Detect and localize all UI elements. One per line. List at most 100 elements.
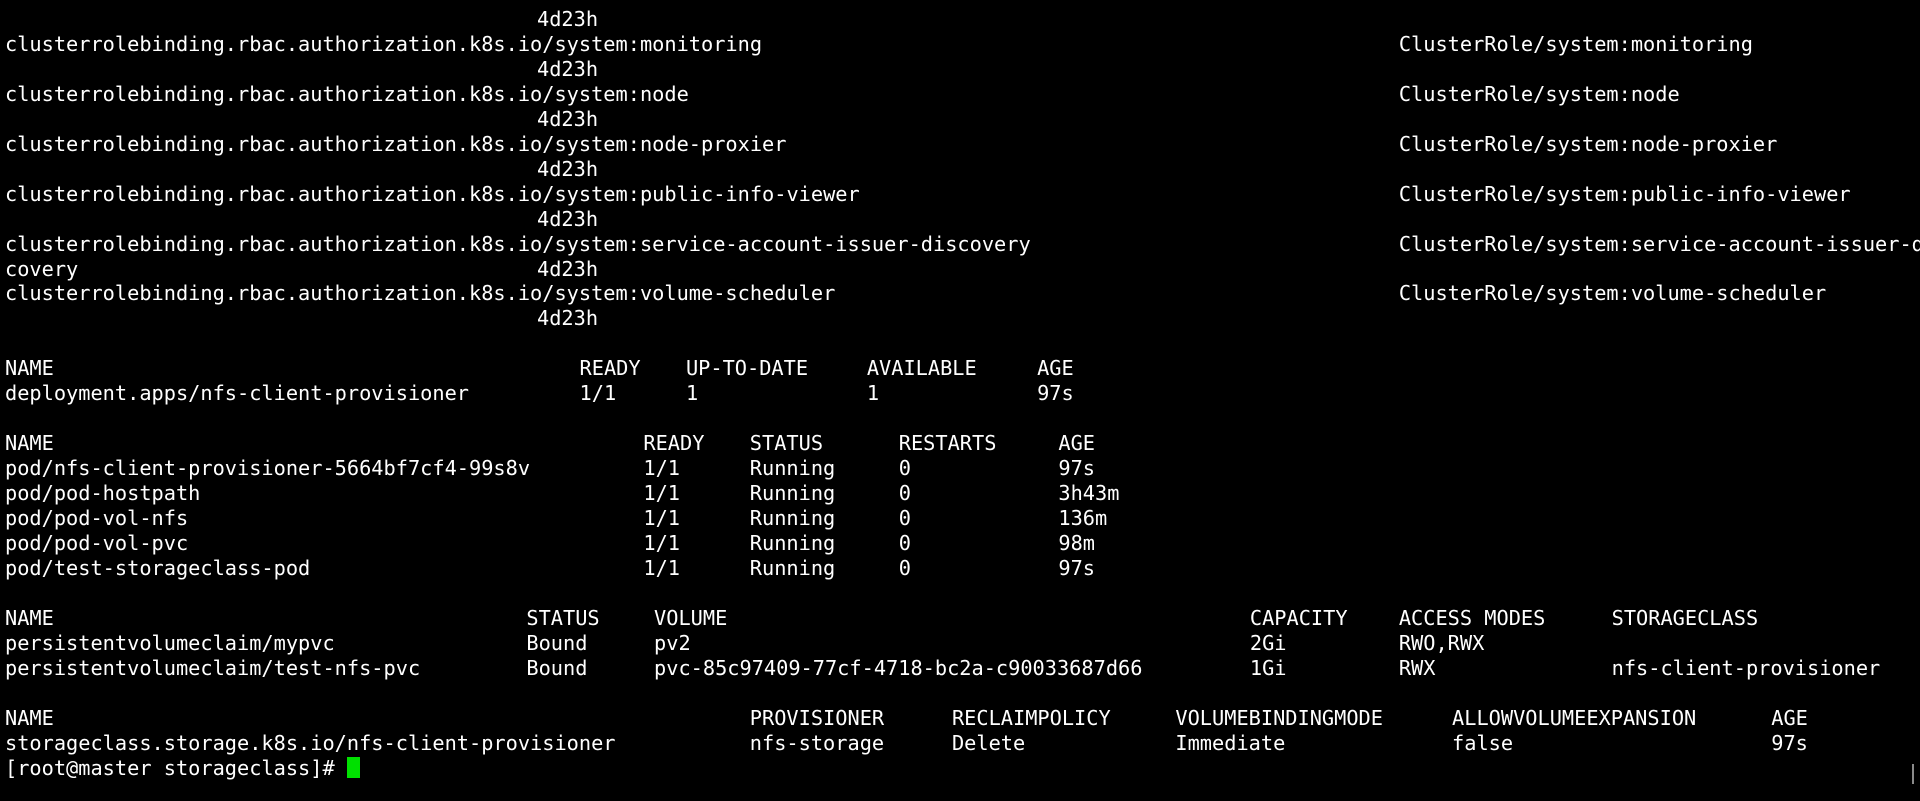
terminal-line: persistentvolumeclaim/test-nfs-pvc Bound p… bbox=[5, 656, 1910, 681]
terminal-text: 4d23h bbox=[537, 106, 599, 131]
terminal-text: 0 bbox=[898, 481, 911, 506]
terminal-text: 4d23h bbox=[537, 306, 599, 331]
terminal-line: clusterrolebinding.rbac.authorization.k8… bbox=[5, 231, 1920, 257]
terminal-line: 4d23h bbox=[5, 7, 1910, 32]
terminal-text: 2Gi bbox=[1249, 630, 1287, 655]
terminal-text: 97s bbox=[1058, 456, 1095, 481]
terminal-text: 0 bbox=[898, 506, 911, 531]
terminal-text: storageclass.storage.k8s.io/nfs-client-p… bbox=[5, 730, 616, 755]
terminal-line: clusterrolebinding.rbac.authorization.k8… bbox=[5, 182, 1910, 207]
terminal-line: clusterrolebinding.rbac.authorization.k8… bbox=[5, 82, 1910, 107]
terminal-text: PROVISIONER bbox=[749, 705, 885, 730]
terminal-line: pod/pod-vol-pvc 1/1 Running 0 98m bbox=[5, 531, 1910, 556]
terminal-line: NAME PROVISIONER RECLAIMPOLICY VOLUMEBINDIN… bbox=[5, 706, 1910, 731]
terminal-text: NAME bbox=[5, 605, 54, 630]
terminal-output[interactable]: 4d23h clusterrolebinding.rbac.authorizati… bbox=[5, 7, 1920, 797]
terminal-text: pod/pod-vol-pvc bbox=[5, 531, 189, 556]
terminal-line: clusterrolebinding.rbac.authorization.k8… bbox=[5, 132, 1910, 157]
terminal-text: 1/1 bbox=[643, 456, 681, 481]
shell-prompt-line[interactable]: [root@master storageclass]# bbox=[5, 756, 1910, 781]
terminal-text: clusterrolebinding.rbac.authorization.k8… bbox=[5, 231, 1031, 256]
terminal-text: Running bbox=[749, 456, 836, 481]
terminal-text: 4d23h bbox=[537, 56, 599, 81]
terminal-text: READY bbox=[579, 356, 641, 381]
terminal-text: pod/pod-vol-nfs bbox=[5, 506, 189, 531]
terminal-line: 4d23h bbox=[5, 157, 1910, 182]
terminal-text: Delete bbox=[951, 730, 1026, 755]
terminal-text: Running bbox=[749, 506, 836, 531]
terminal-text: 1/1 bbox=[643, 481, 681, 506]
terminal-text: RWO,RWX bbox=[1398, 630, 1485, 655]
terminal-text: READY bbox=[643, 431, 705, 456]
terminal-text: ACCESS MODES bbox=[1398, 605, 1546, 630]
terminal-text: 4d23h bbox=[537, 206, 599, 231]
terminal-text: Immediate bbox=[1175, 730, 1286, 755]
terminal-line: persistentvolumeclaim/mypvc Bound pv2 2Gi RW… bbox=[5, 631, 1910, 656]
terminal-line: NAME READY UP-TO-DATE AVAILABLE AGE bbox=[5, 356, 1910, 381]
terminal-text: clusterrolebinding.rbac.authorization.k8… bbox=[5, 131, 787, 156]
terminal-text: 0 bbox=[898, 555, 911, 580]
terminal-text: 97s bbox=[1058, 555, 1095, 580]
terminal-text: VOLUMEBINDINGMODE bbox=[1175, 705, 1383, 730]
terminal-text: deployment.apps/nfs-client-provisioner bbox=[5, 381, 469, 406]
scrollbar[interactable] bbox=[1912, 764, 1914, 784]
terminal-lines: 4d23h clusterrolebinding.rbac.authorizati… bbox=[5, 7, 1920, 756]
terminal-text: STATUS bbox=[749, 431, 824, 456]
terminal-line: clusterrolebinding.rbac.authorization.k8… bbox=[5, 281, 1910, 306]
terminal-text: pvc-85c97409-77cf-4718-bc2a-c90033687d66 bbox=[654, 655, 1143, 680]
terminal-line: storageclass.storage.k8s.io/nfs-client-p… bbox=[5, 731, 1910, 756]
terminal-text: Running bbox=[749, 531, 836, 556]
terminal-text: clusterrolebinding.rbac.authorization.k8… bbox=[5, 181, 860, 206]
terminal-text: persistentvolumeclaim/test-nfs-pvc bbox=[5, 655, 421, 680]
terminal-text: pod/pod-hostpath bbox=[5, 481, 201, 506]
terminal-line: NAME STATUS VOLUME CAPACITY ACCESS MODES STOR… bbox=[5, 606, 1910, 631]
terminal-line: 4d23h bbox=[5, 207, 1910, 232]
terminal-text: 1/1 bbox=[643, 506, 681, 531]
terminal-text: 1 bbox=[685, 381, 699, 406]
terminal-line: NAME READY STATUS RESTARTS AGE bbox=[5, 431, 1910, 456]
terminal-text: pod/nfs-client-provisioner-5664bf7cf4-99… bbox=[5, 456, 531, 481]
terminal-text: nfs-client-provisioner bbox=[1611, 655, 1881, 680]
terminal-text: 1/1 bbox=[643, 555, 681, 580]
terminal-text: AGE bbox=[1771, 705, 1808, 730]
terminal-line: covery 4d23h bbox=[5, 257, 1910, 282]
terminal-text: 1 bbox=[866, 381, 880, 406]
text-cursor bbox=[346, 756, 360, 778]
terminal-text: 97s bbox=[1771, 730, 1808, 755]
terminal-text: Bound bbox=[526, 655, 588, 680]
terminal-text: ClusterRole/system:public-info-viewer bbox=[1398, 181, 1851, 206]
terminal-text: 97s bbox=[1037, 381, 1074, 406]
terminal-text: AVAILABLE bbox=[866, 356, 977, 381]
terminal-text: 4d23h bbox=[537, 156, 599, 181]
terminal-text: pv2 bbox=[654, 630, 691, 655]
terminal-text: 3h43m bbox=[1058, 481, 1120, 506]
terminal-text: Running bbox=[749, 555, 836, 580]
terminal-text: pod/test-storageclass-pod bbox=[5, 555, 311, 580]
terminal-line: pod/pod-hostpath 1/1 Running 0 3h43m bbox=[5, 481, 1910, 506]
terminal-line: pod/test-storageclass-pod 1/1 Running 0 97s bbox=[5, 556, 1910, 581]
terminal-text: ALLOWVOLUMEEXPANSION bbox=[1452, 705, 1697, 730]
terminal-text: AGE bbox=[1058, 431, 1095, 456]
terminal-text: ClusterRole/system:monitoring bbox=[1398, 31, 1753, 56]
terminal-text: 1Gi bbox=[1249, 655, 1287, 680]
terminal-text: VOLUME bbox=[654, 605, 728, 630]
terminal-text: 98m bbox=[1058, 531, 1095, 556]
terminal-line: clusterrolebinding.rbac.authorization.k8… bbox=[5, 32, 1910, 57]
terminal-text: RESTARTS bbox=[898, 431, 997, 456]
terminal-text: 136m bbox=[1058, 506, 1108, 531]
terminal-text: CAPACITY bbox=[1249, 605, 1348, 630]
terminal-text: covery bbox=[5, 256, 79, 281]
terminal-text: RECLAIMPOLICY bbox=[951, 705, 1111, 730]
terminal-text: ClusterRole/system:service-account-issue… bbox=[1398, 231, 1920, 256]
shell-prompt: [root@master storageclass]# bbox=[5, 755, 347, 780]
terminal-line: pod/nfs-client-provisioner-5664bf7cf4-99… bbox=[5, 456, 1910, 481]
terminal-text: ClusterRole/system:node-proxier bbox=[1398, 131, 1778, 156]
terminal-text: Running bbox=[749, 481, 836, 506]
terminal-text: 1/1 bbox=[643, 531, 681, 556]
terminal-line: 4d23h bbox=[5, 306, 1910, 331]
terminal-text: NAME bbox=[5, 431, 54, 456]
